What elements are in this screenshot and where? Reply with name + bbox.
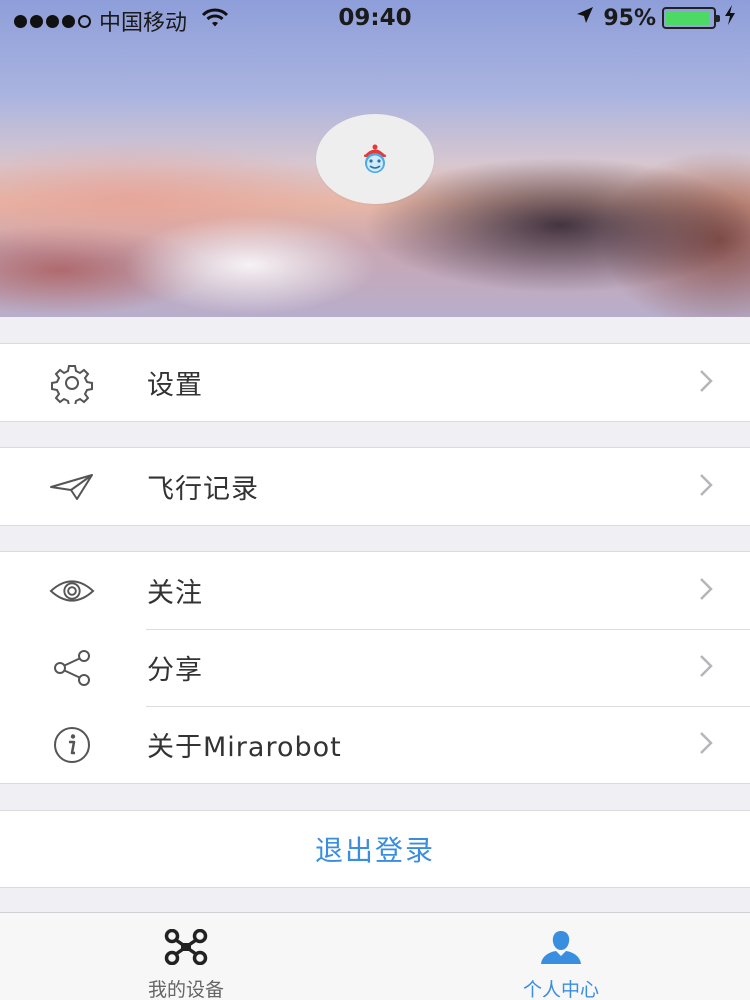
robot-face-icon xyxy=(364,144,386,173)
menu-item-label: 关注 xyxy=(147,578,203,609)
battery-level-fill xyxy=(666,11,710,25)
flight-log-group: 飞行记录 xyxy=(0,447,750,526)
chevron-right-icon xyxy=(698,653,714,683)
charging-bolt-icon xyxy=(724,5,736,31)
eye-icon xyxy=(49,571,95,611)
menu-item-flight-log[interactable]: 飞行记录 xyxy=(0,448,750,525)
logout-group: 退出登录 xyxy=(0,810,750,888)
battery-percent: 95% xyxy=(603,5,656,31)
chevron-right-icon xyxy=(698,368,714,398)
paper-plane-icon xyxy=(49,467,95,507)
chevron-right-icon xyxy=(698,576,714,606)
menu-item-label: 关于Mirarobot xyxy=(147,732,342,763)
menu-item-label: 设置 xyxy=(147,370,203,401)
tab-label: 个人中心 xyxy=(522,979,599,1000)
logout-label: 退出登录 xyxy=(314,834,435,867)
menu-item-label: 分享 xyxy=(147,655,203,686)
avatar[interactable] xyxy=(316,114,434,204)
social-group: 关注 分享 关于Mirarobot xyxy=(0,551,750,784)
profile-header: 中国移动 09:40 95% xyxy=(0,0,750,317)
chevron-right-icon xyxy=(698,730,714,760)
chevron-right-icon xyxy=(698,472,714,502)
menu-item-about[interactable]: 关于Mirarobot xyxy=(0,706,750,783)
info-icon xyxy=(49,725,95,765)
location-arrow-icon xyxy=(575,5,595,31)
tab-personal-center[interactable]: 个人中心 xyxy=(471,913,651,1000)
share-icon xyxy=(49,648,95,688)
person-icon xyxy=(541,931,581,964)
menu-item-settings[interactable]: 设置 xyxy=(0,344,750,421)
settings-group: 设置 xyxy=(0,343,750,422)
menu-item-label: 飞行记录 xyxy=(147,474,259,505)
gear-icon xyxy=(49,363,95,404)
battery-icon xyxy=(662,7,720,29)
tab-my-devices[interactable]: 我的设备 xyxy=(96,913,276,1000)
tab-label: 我的设备 xyxy=(147,979,224,1000)
status-bar: 中国移动 09:40 95% xyxy=(0,0,750,38)
menu-item-follow[interactable]: 关注 xyxy=(0,552,750,629)
menu-item-share[interactable]: 分享 xyxy=(0,629,750,706)
drone-icon xyxy=(164,929,208,965)
logout-button[interactable]: 退出登录 xyxy=(0,811,750,887)
tab-bar: 我的设备 个人中心 xyxy=(0,912,750,1000)
